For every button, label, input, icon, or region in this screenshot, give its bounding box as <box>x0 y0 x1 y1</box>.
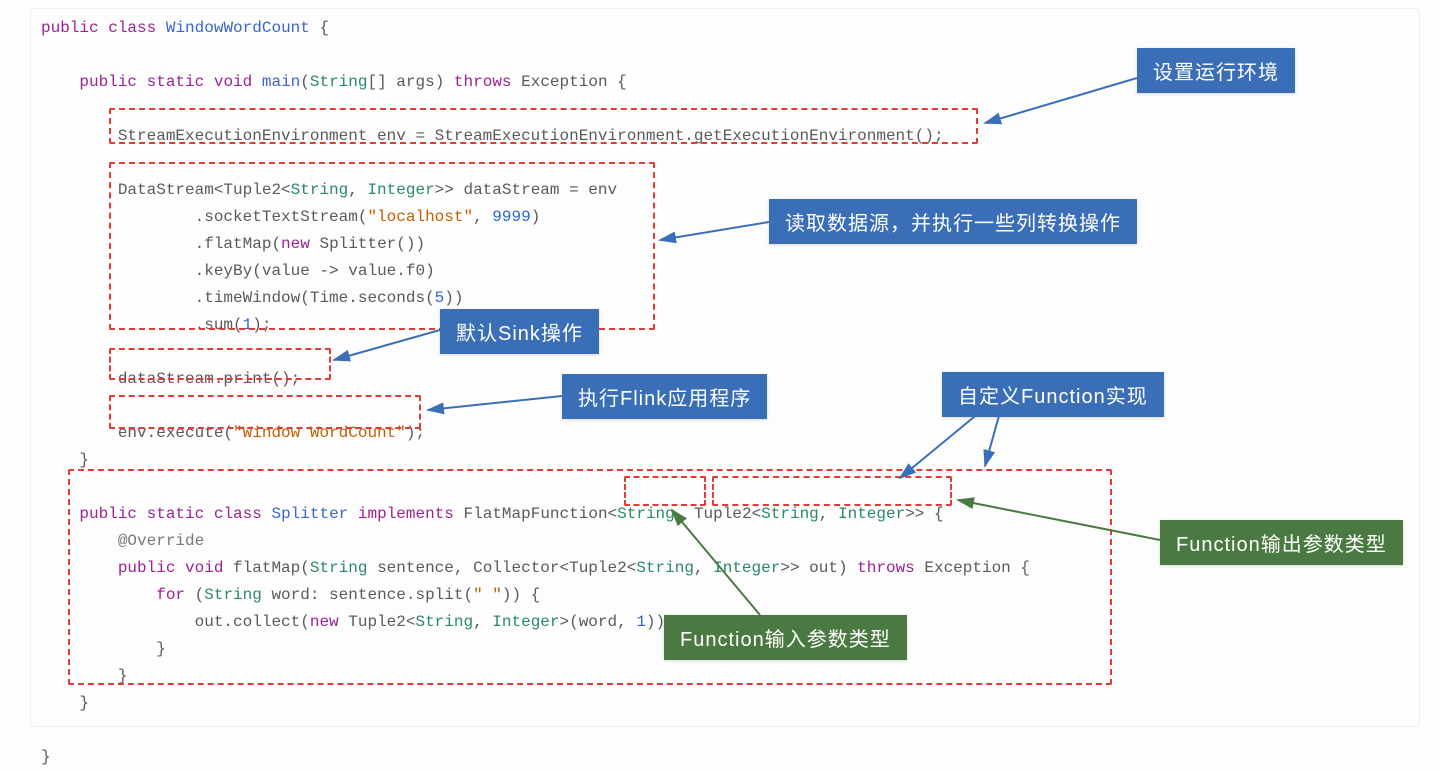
label-fn-input: Function输入参数类型 <box>664 615 907 660</box>
label-datasource: 读取数据源，并执行一些列转换操作 <box>769 199 1137 244</box>
label-custom-fn: 自定义Function实现 <box>942 372 1164 417</box>
label-fn-output: Function输出参数类型 <box>1160 520 1403 565</box>
label-env: 设置运行环境 <box>1137 48 1295 93</box>
label-execute: 执行Flink应用程序 <box>562 374 767 419</box>
label-sink: 默认Sink操作 <box>440 309 599 354</box>
